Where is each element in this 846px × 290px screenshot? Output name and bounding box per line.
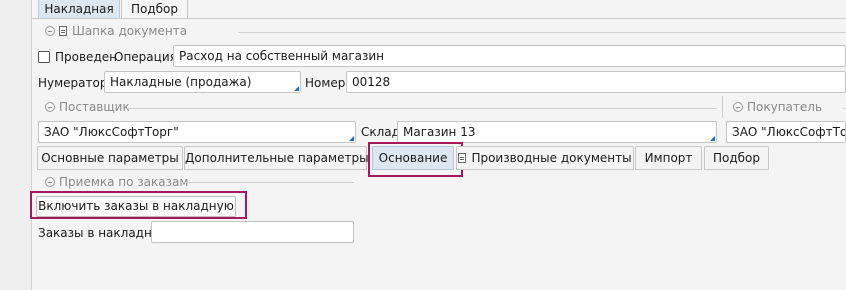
header-group-title[interactable]: Шапка документа: [45, 23, 187, 39]
buyer-value: ЗАО "ЛюксСофтТорг": [732, 125, 845, 139]
operation-label: Операция: [114, 50, 177, 64]
supplier-group-divider: [127, 108, 717, 109]
left-panel: [0, 0, 32, 290]
header-group-divider: [238, 32, 846, 33]
operation-value: Расход на собственный магазин: [179, 49, 385, 63]
number-label: Номер: [305, 76, 346, 90]
posted-checkbox[interactable]: [38, 51, 50, 63]
supplier-group-label: Поставщик: [59, 100, 130, 114]
document-icon: [458, 153, 467, 163]
number-field[interactable]: 00128: [346, 71, 846, 93]
warehouse-field[interactable]: Магазин 13: [397, 121, 717, 143]
include-orders-button[interactable]: Включить заказы в накладную: [36, 196, 236, 217]
supplier-group-title[interactable]: Поставщик: [45, 99, 130, 115]
orders-group-divider: [180, 182, 354, 183]
numerator-label: Нумератор: [38, 76, 108, 90]
warehouse-value: Магазин 13: [403, 125, 476, 139]
group-separator: [722, 96, 723, 118]
operation-field[interactable]: Расход на собственный магазин: [173, 45, 846, 67]
tab-strip-line: [32, 18, 846, 19]
collapse-icon[interactable]: [733, 102, 743, 112]
tab-selection[interactable]: Подбор: [121, 0, 188, 19]
buyer-group-label: Покупатель: [747, 100, 823, 114]
collapse-icon[interactable]: [45, 26, 55, 36]
numerator-value: Накладные (продажа): [110, 75, 252, 89]
tab-selection-sub[interactable]: Подбор: [704, 146, 769, 170]
tab-main-params[interactable]: Основные параметры: [37, 146, 183, 170]
collapse-icon[interactable]: [45, 102, 55, 112]
header-group-label: Шапка документа: [72, 24, 188, 38]
buyer-field[interactable]: ЗАО "ЛюксСофтТорг": [726, 121, 846, 143]
buyer-group-title[interactable]: Покупатель: [733, 99, 822, 115]
orders-group-label: Приемка по заказам: [59, 175, 189, 189]
orders-in-invoice-label: Заказы в накладной: [38, 226, 167, 240]
orders-group-title[interactable]: Приемка по заказам: [45, 174, 188, 190]
tab-derived-documents[interactable]: Производные документы: [456, 146, 634, 170]
supplier-value: ЗАО "ЛюксСофтТорг": [44, 125, 179, 139]
tab-invoice[interactable]: Накладная: [38, 0, 120, 19]
posted-label: Проведен: [55, 50, 117, 64]
orders-in-invoice-field[interactable]: [151, 221, 354, 243]
number-value: 00128: [352, 75, 391, 89]
warehouse-label: Склад: [361, 125, 400, 139]
tab-basis[interactable]: Основание: [372, 146, 454, 170]
tab-derived-documents-label: Производные документы: [471, 151, 632, 165]
document-icon: [59, 26, 67, 36]
collapse-icon[interactable]: [45, 177, 55, 187]
tab-import[interactable]: Импорт: [635, 146, 702, 170]
tab-additional-params[interactable]: Дополнительные параметры: [184, 146, 369, 170]
supplier-field[interactable]: ЗАО "ЛюксСофтТорг": [38, 121, 356, 143]
numerator-field[interactable]: Накладные (продажа): [104, 71, 301, 93]
